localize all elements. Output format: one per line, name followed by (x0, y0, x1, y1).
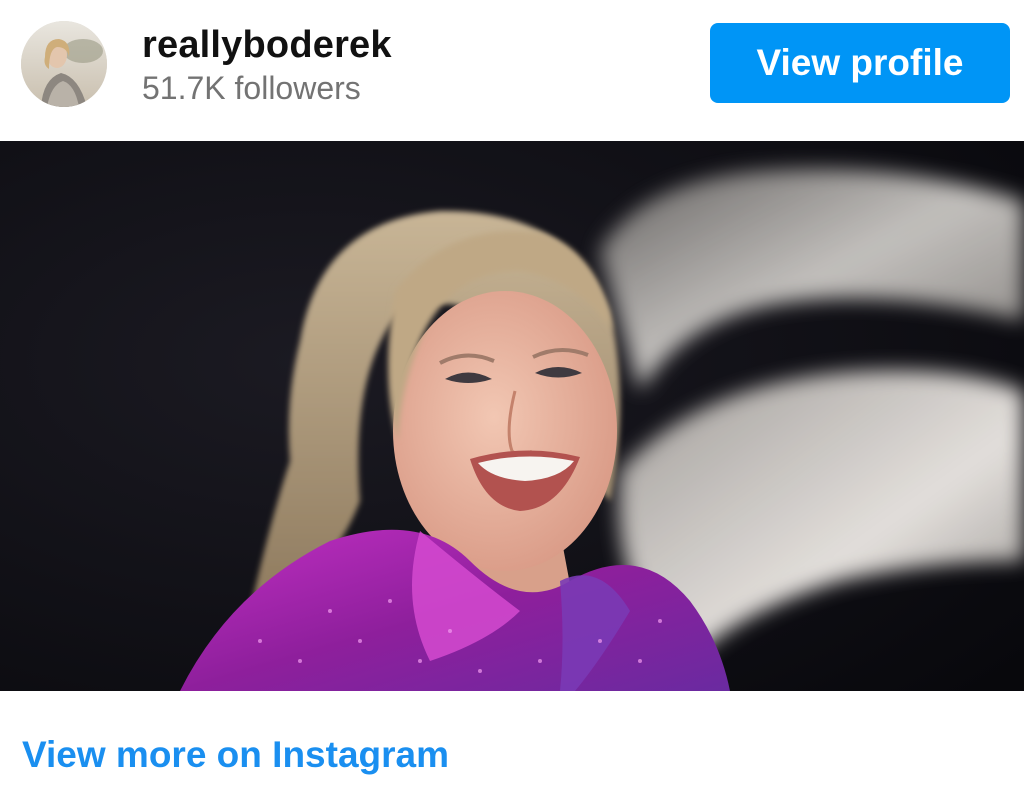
view-more-on-instagram-link[interactable]: View more on Instagram (22, 734, 449, 776)
post-photo-illustration (0, 141, 1024, 691)
post-image[interactable] (0, 141, 1024, 691)
view-profile-button[interactable]: View profile (710, 23, 1010, 103)
username[interactable]: reallyboderek (142, 24, 392, 67)
instagram-embed: reallyboderek 51.7K followers View profi… (0, 0, 1024, 804)
follower-count: 51.7K followers (142, 70, 361, 106)
avatar-image (21, 21, 107, 107)
avatar[interactable] (21, 21, 107, 107)
post-header: reallyboderek 51.7K followers View profi… (0, 0, 1024, 140)
